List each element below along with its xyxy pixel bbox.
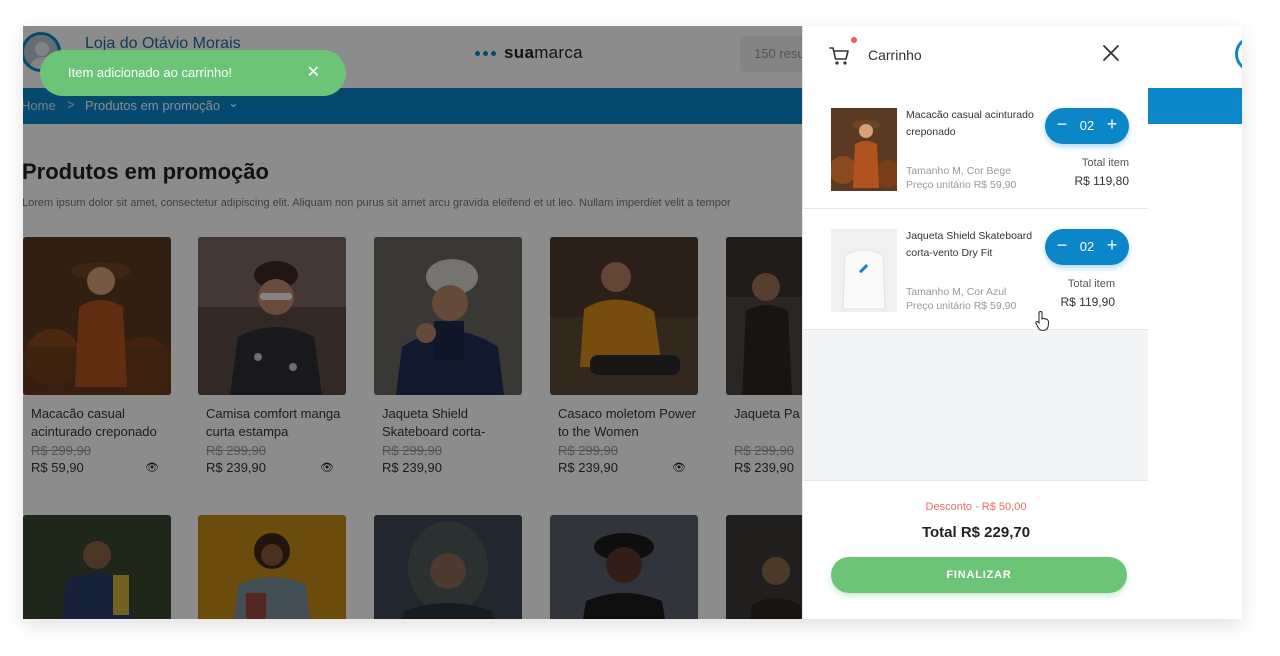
cart-title: Carrinho [868,47,922,63]
cart-icon [829,47,849,65]
right-page-edge [1148,26,1242,619]
discount-text: Desconto - R$ 50,00 [925,501,1027,513]
cart-item-unit-price: Preço unitário R$ 59,90 [906,300,1017,312]
cart-item-photo [831,229,897,312]
decrease-button[interactable]: − [1054,235,1070,256]
item-total-value: R$ 119,80 [1074,174,1130,188]
cart-item-unit-price: Preço unitário R$ 59,90 [906,179,1017,191]
cart-item: Jaqueta Shield Skateboard corta-vento Dr… [803,209,1149,330]
cart-item: Macacão casual acinturado creponado Tama… [803,88,1149,209]
quantity-value: 02 [1079,239,1095,254]
close-icon[interactable] [1101,43,1121,63]
close-icon[interactable]: ✕ [307,50,320,96]
quantity-stepper: − 02 + [1045,229,1129,265]
right-blue-bar [1148,88,1242,124]
decrease-button[interactable]: − [1054,114,1070,135]
item-total-value: R$ 119,90 [1060,295,1116,309]
checkout-button[interactable]: FINALIZAR [831,557,1127,593]
cart-item-name: Macacão casual acinturado creponado [906,109,1034,138]
app-window: Loja do Otávio Morais suamarca 150 resu … [23,26,1242,619]
cart-item-variant: Tamanho M, Cor Bege [906,165,1012,177]
cart-total: Total R$ 229,70 [921,524,1031,541]
increase-button[interactable]: + [1104,114,1120,135]
notification-dot [851,37,857,43]
cart-item-photo [831,108,897,191]
overlay-backdrop[interactable] [23,26,802,619]
cart-drawer: Carrinho Macacão casual acinturado crepo… [802,26,1149,619]
cart-item-name: Jaqueta Shield Skateboard corta-vento Dr… [906,230,1033,259]
quantity-value: 02 [1079,118,1095,133]
quantity-stepper: − 02 + [1045,108,1129,144]
item-total-label: Total item [1067,278,1115,290]
store-page: Loja do Otávio Morais suamarca 150 resu … [23,26,802,619]
avatar[interactable] [1235,36,1242,72]
hand-cursor-icon [1035,311,1049,331]
increase-button[interactable]: + [1104,235,1120,256]
cart-footer: Desconto - R$ 50,00 Total R$ 229,70 FINA… [803,480,1149,619]
cart-header: Carrinho [803,26,1149,89]
toast-message: Item adicionado ao carrinho! [68,65,233,80]
success-toast: Item adicionado ao carrinho! ✕ [40,50,346,96]
cart-item-variant: Tamanho M, Cor Azul [906,286,1007,298]
item-total-label: Total item [1081,157,1129,169]
